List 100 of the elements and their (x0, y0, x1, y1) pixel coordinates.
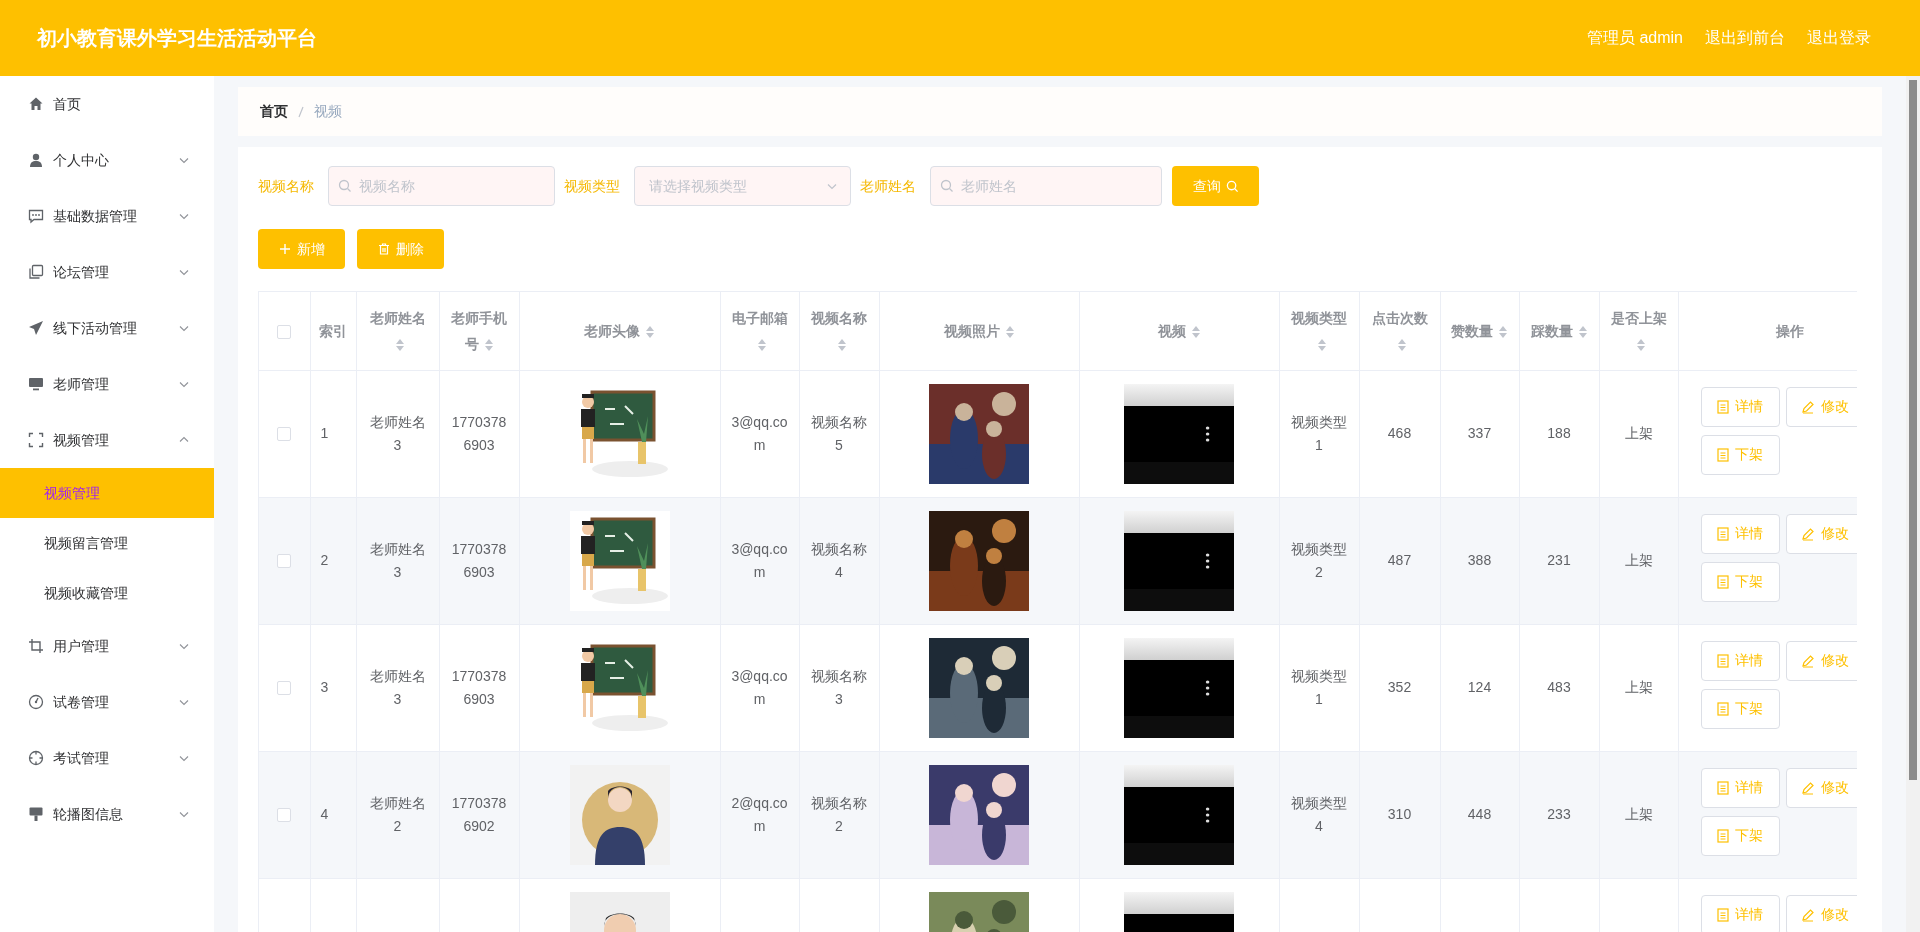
detail-button[interactable]: 下架 (1700, 434, 1780, 475)
chat-icon (28, 208, 44, 224)
trash-icon (377, 243, 390, 255)
table-cell: 老师姓名3 (369, 667, 426, 707)
column-header[interactable]: 赞数量 (1450, 317, 1509, 344)
column-header[interactable]: 视频名称 (809, 304, 869, 357)
checkbox[interactable] (277, 554, 292, 569)
table-cell: 2@qq.com (731, 794, 788, 834)
search-button[interactable]: 查询 (1172, 166, 1259, 206)
search-field[interactable]: 老师姓名 (930, 166, 1162, 206)
document-icon (1717, 574, 1729, 589)
table-cell: 17703786903 (451, 540, 507, 580)
sidebar-item[interactable]: 考试管理 (0, 730, 214, 786)
sidebar-item[interactable]: 论坛管理 (0, 244, 214, 300)
gauge-icon (28, 694, 44, 710)
table-cell: 388 (1467, 552, 1492, 568)
document-icon (1717, 447, 1729, 462)
user-icon (28, 152, 44, 168)
column-header: 操作 (1774, 321, 1804, 341)
delete-button[interactable]: 删除 (357, 229, 444, 269)
document-icon (1717, 907, 1729, 922)
sidebar-item[interactable]: 试卷管理 (0, 674, 214, 730)
select-field[interactable]: 请选择视频类型 (634, 166, 851, 206)
table-cell: 188 (1547, 425, 1571, 441)
column-header[interactable]: 老师头像 (529, 317, 710, 344)
breadcrumb-separator (298, 105, 304, 118)
table-cell: 老师姓名2 (369, 794, 426, 834)
table-cell: 视频类型1 (1291, 667, 1347, 707)
field-label: 老师姓名 (860, 176, 916, 196)
column-header[interactable]: 老师手机号 (449, 304, 509, 357)
sidebar-item[interactable]: 轮播图信息 (0, 786, 214, 842)
crop-icon (28, 638, 44, 654)
search-icon (1225, 179, 1239, 193)
detail-button[interactable]: 下架 (1700, 815, 1780, 856)
header-link[interactable]: 退出登录 (1807, 26, 1871, 50)
scrollbar[interactable] (1906, 76, 1920, 932)
column-header[interactable]: 踩数量 (1529, 317, 1589, 344)
sidebar-item[interactable]: 个人中心 (0, 132, 214, 188)
submenu-item[interactable]: 视频收藏管理 (0, 568, 214, 618)
column-header[interactable]: 老师姓名 (366, 304, 429, 357)
detail-button[interactable]: 详情 (1700, 386, 1780, 427)
column-header: 索引 (318, 321, 348, 341)
column-header[interactable]: 是否上架 (1609, 304, 1668, 357)
table-cell: 3 (320, 679, 329, 695)
header-link[interactable]: 退出到前台 (1705, 26, 1785, 50)
monitor-icon (28, 376, 44, 392)
sidebar-item[interactable]: 视频管理 (0, 412, 214, 468)
detail-button[interactable]: 详情 (1700, 894, 1780, 932)
table-cell: 352 (1387, 679, 1412, 695)
table-cell: 4 (320, 806, 329, 822)
edit-button[interactable]: 修改 (1785, 513, 1857, 554)
column-header[interactable]: 视频 (1089, 317, 1269, 344)
copy-icon (28, 264, 44, 280)
edit-button[interactable]: 修改 (1785, 640, 1857, 681)
sidebar-item[interactable]: 首页 (0, 76, 214, 132)
edit-button[interactable]: 修改 (1785, 767, 1857, 808)
table-cell: 视频名称2 (811, 794, 867, 834)
send-icon (28, 320, 44, 336)
checkbox[interactable] (277, 324, 292, 339)
detail-button[interactable]: 详情 (1700, 640, 1780, 681)
checkbox[interactable] (277, 427, 292, 442)
add-button[interactable]: 新增 (258, 229, 345, 269)
table-cell: 2 (320, 552, 329, 568)
pencil-icon (1801, 526, 1815, 541)
table-cell: 124 (1467, 679, 1492, 695)
detail-button[interactable]: 下架 (1700, 561, 1780, 602)
detail-button[interactable]: 详情 (1700, 767, 1780, 808)
detail-button[interactable]: 详情 (1700, 513, 1780, 554)
sidebar-item[interactable]: 基础数据管理 (0, 188, 214, 244)
edit-button[interactable]: 修改 (1785, 386, 1857, 427)
table-cell: 310 (1387, 806, 1412, 822)
breadcrumb-item: 视频 (314, 102, 342, 121)
submenu-item[interactable]: 视频留言管理 (0, 518, 214, 568)
document-icon (1717, 653, 1729, 668)
fullscreen-icon (28, 432, 44, 448)
checkbox[interactable] (277, 681, 292, 696)
table-cell: 1 (320, 425, 329, 441)
column-header[interactable]: 视频照片 (889, 317, 1069, 344)
header-link[interactable]: 管理员 admin (1586, 26, 1683, 50)
edit-button[interactable]: 修改 (1785, 894, 1857, 932)
detail-button[interactable]: 下架 (1700, 688, 1780, 729)
table-cell: 视频类型2 (1291, 540, 1347, 580)
sidebar-item[interactable]: 线下活动管理 (0, 300, 214, 356)
sidebar-item[interactable]: 用户管理 (0, 618, 214, 674)
table-cell: 3@qq.com (731, 540, 788, 580)
table-cell: 3@qq.com (731, 667, 788, 707)
breadcrumb-item[interactable]: 首页 (260, 101, 288, 122)
table-cell: 视频名称4 (811, 540, 867, 580)
table-cell: 老师姓名3 (369, 540, 426, 580)
field-label: 视频类型 (564, 176, 620, 196)
column-header[interactable]: 电子邮箱 (730, 304, 789, 357)
search-field[interactable]: 视频名称 (328, 166, 555, 206)
column-header[interactable]: 视频类型 (1289, 304, 1349, 357)
sidebar-item[interactable]: 老师管理 (0, 356, 214, 412)
checkbox[interactable] (277, 808, 292, 823)
column-header[interactable]: 点击次数 (1369, 304, 1430, 357)
signboard-icon (28, 806, 44, 822)
table-cell: 上架 (1624, 679, 1653, 695)
table-cell: 487 (1387, 552, 1412, 568)
submenu-item[interactable]: 视频管理 (0, 468, 214, 518)
